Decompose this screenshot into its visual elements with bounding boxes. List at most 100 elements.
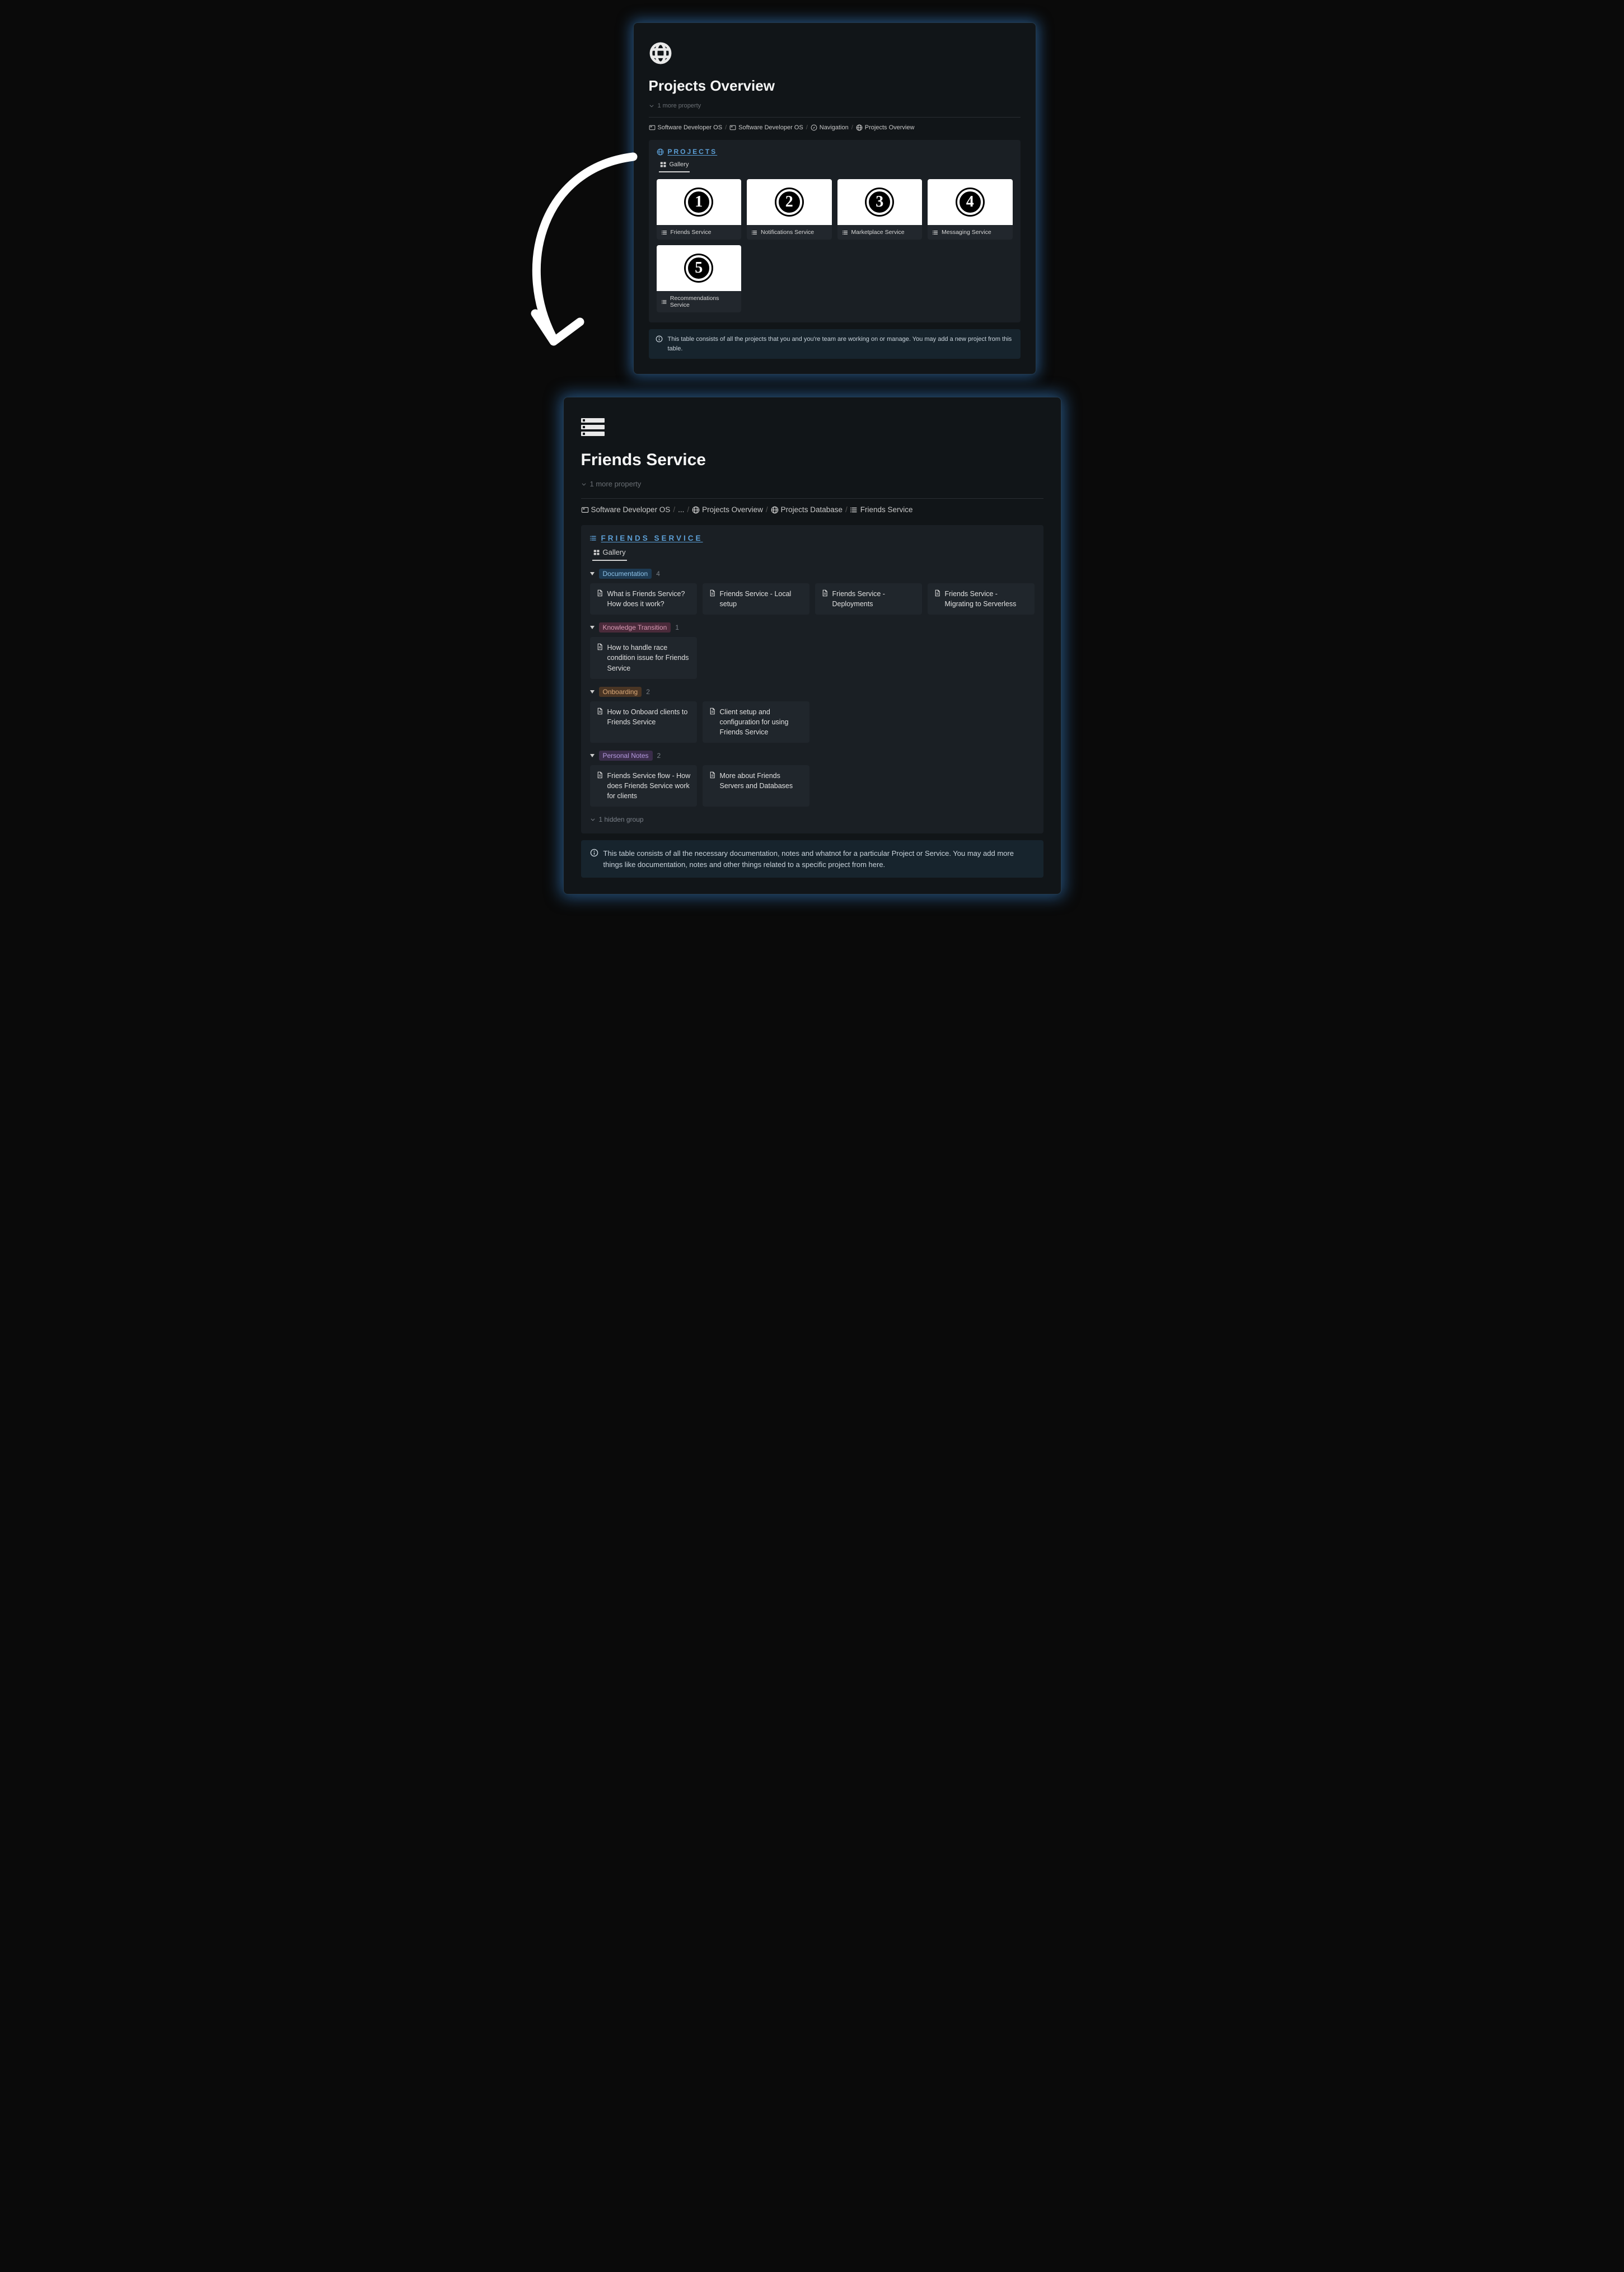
globe-icon [856, 124, 863, 131]
breadcrumb-label: Software Developer OS [658, 124, 723, 131]
breadcrumb-separator: / [725, 124, 727, 131]
card-label: Messaging Service [942, 229, 991, 236]
breadcrumb-item[interactable]: Software Developer OS [649, 124, 723, 131]
number-badge: 5 [686, 255, 712, 281]
doc-card[interactable]: Friends Service flow - How does Friends … [590, 765, 697, 807]
hidden-group-toggle[interactable]: 1 hidden group [590, 816, 1035, 823]
doc-title: Client setup and configuration for using… [720, 707, 803, 737]
projects-panel: PROJECTS Gallery 1Friends Service2Notifi… [649, 140, 1021, 322]
breadcrumb-label: Projects Database [781, 505, 843, 514]
breadcrumb-item[interactable]: Projects Overview [856, 124, 915, 131]
card-cover: 2 [747, 179, 832, 225]
doc-card[interactable]: Client setup and configuration for using… [703, 701, 809, 743]
doc-card[interactable]: Friends Service - Local setup [703, 583, 809, 615]
globe-icon [771, 506, 779, 514]
card-label-row: Recommendations Service [657, 291, 742, 312]
doc-card[interactable]: What is Friends Service? How does it wor… [590, 583, 697, 615]
doc-title: Friends Service - Migrating to Serverles… [945, 589, 1028, 609]
tab-gallery[interactable]: Gallery [592, 546, 627, 561]
group-header[interactable]: Knowledge Transition1 [590, 622, 1035, 633]
doc-grid: How to Onboard clients to Friends Servic… [590, 701, 1035, 743]
view-tabs: Gallery [659, 159, 1013, 172]
card-label: Recommendations Service [670, 295, 736, 308]
gallery-icon [593, 549, 600, 556]
groups-container: Documentation4 What is Friends Service? H… [590, 569, 1035, 807]
project-card[interactable]: 1Friends Service [657, 179, 742, 240]
breadcrumb-separator: / [845, 505, 848, 514]
more-properties-toggle[interactable]: 1 more property [581, 480, 1043, 488]
panel-title-text: FRIENDS SERVICE [601, 534, 703, 542]
breadcrumb-item[interactable]: Software Developer OS [581, 505, 671, 514]
page-title: Friends Service [581, 451, 1043, 470]
breadcrumb-item[interactable]: Projects Overview [692, 505, 763, 514]
flow-arrow [521, 151, 644, 358]
doc-icon [596, 771, 603, 779]
panel-title-text: PROJECTS [668, 148, 718, 156]
doc-grid: Friends Service flow - How does Friends … [590, 765, 1035, 807]
card-cover: 3 [837, 179, 923, 225]
doc-card[interactable]: How to handle race condition issue for F… [590, 637, 697, 678]
divider [581, 498, 1043, 499]
number-badge: 4 [957, 189, 983, 215]
project-card[interactable]: 2Notifications Service [747, 179, 832, 240]
view-tabs: Gallery [592, 546, 1035, 561]
doc-card[interactable]: Friends Service - Migrating to Serverles… [928, 583, 1035, 615]
project-card[interactable]: 4 Messaging Service [928, 179, 1013, 240]
card-icon [581, 506, 589, 514]
group-header[interactable]: Onboarding2 [590, 687, 1035, 697]
card-label-row: Friends Service [657, 225, 742, 240]
breadcrumb-label: Software Developer OS [738, 124, 803, 131]
doc-title: What is Friends Service? How does it wor… [607, 589, 691, 609]
card-cover: 4 [928, 179, 1013, 225]
breadcrumb-item[interactable]: Friends Service [850, 505, 913, 514]
project-card[interactable]: 5 Recommendations Service [657, 245, 742, 312]
info-icon [590, 849, 598, 857]
friends-service-panel: FRIENDS SERVICE Gallery Documentation4 Wh… [581, 525, 1043, 833]
doc-icon [821, 589, 829, 597]
card-label-row: Messaging Service [928, 225, 1013, 240]
doc-icon [709, 771, 716, 779]
breadcrumb-item[interactable]: Navigation [811, 124, 849, 131]
list-icon [590, 535, 597, 542]
breadcrumb-item[interactable]: Projects Database [771, 505, 843, 514]
card-label: Marketplace Service [851, 229, 905, 236]
info-icon [656, 335, 663, 343]
panel-title-link[interactable]: PROJECTS [657, 148, 1013, 156]
breadcrumb-label: Projects Overview [702, 505, 763, 514]
doc-icon [709, 708, 716, 715]
more-properties-toggle[interactable]: 1 more property [649, 102, 1021, 109]
list-icon [933, 229, 939, 236]
project-card[interactable]: 3 Marketplace Service [837, 179, 923, 240]
group-header[interactable]: Documentation4 [590, 569, 1035, 579]
tab-gallery[interactable]: Gallery [659, 159, 690, 172]
triangle-down-icon [590, 754, 595, 757]
number-badge: 3 [867, 189, 892, 215]
tab-label: Gallery [603, 548, 626, 556]
doc-icon [596, 708, 603, 715]
chevron-down-icon [581, 481, 587, 487]
triangle-down-icon [590, 572, 595, 575]
card-icon [649, 124, 656, 131]
doc-card[interactable]: How to Onboard clients to Friends Servic… [590, 701, 697, 743]
doc-card[interactable]: More about Friends Servers and Databases [703, 765, 809, 807]
triangle-down-icon [590, 626, 595, 629]
breadcrumb-separator: / [673, 505, 675, 514]
doc-grid: What is Friends Service? How does it wor… [590, 583, 1035, 615]
group-count: 2 [646, 688, 650, 696]
globe-icon [649, 41, 672, 65]
breadcrumb-separator: / [851, 124, 853, 131]
doc-icon [596, 589, 603, 597]
panel-title-link[interactable]: FRIENDS SERVICE [590, 534, 1035, 542]
breadcrumb-item[interactable]: ... [678, 505, 684, 514]
projects-overview-frame: Projects Overview 1 more property Softwa… [633, 22, 1036, 374]
more-properties-label: 1 more property [658, 102, 701, 109]
doc-card[interactable]: Friends Service - Deployments [815, 583, 922, 615]
globe-icon [657, 148, 664, 156]
group-header[interactable]: Personal Notes2 [590, 751, 1035, 761]
doc-title: How to handle race condition issue for F… [607, 643, 691, 673]
card-cover: 1 [657, 179, 742, 225]
breadcrumb-label: Software Developer OS [591, 505, 671, 514]
breadcrumb-separator: / [766, 505, 768, 514]
breadcrumb-item[interactable]: Software Developer OS [729, 124, 803, 131]
gallery-icon [660, 161, 667, 168]
